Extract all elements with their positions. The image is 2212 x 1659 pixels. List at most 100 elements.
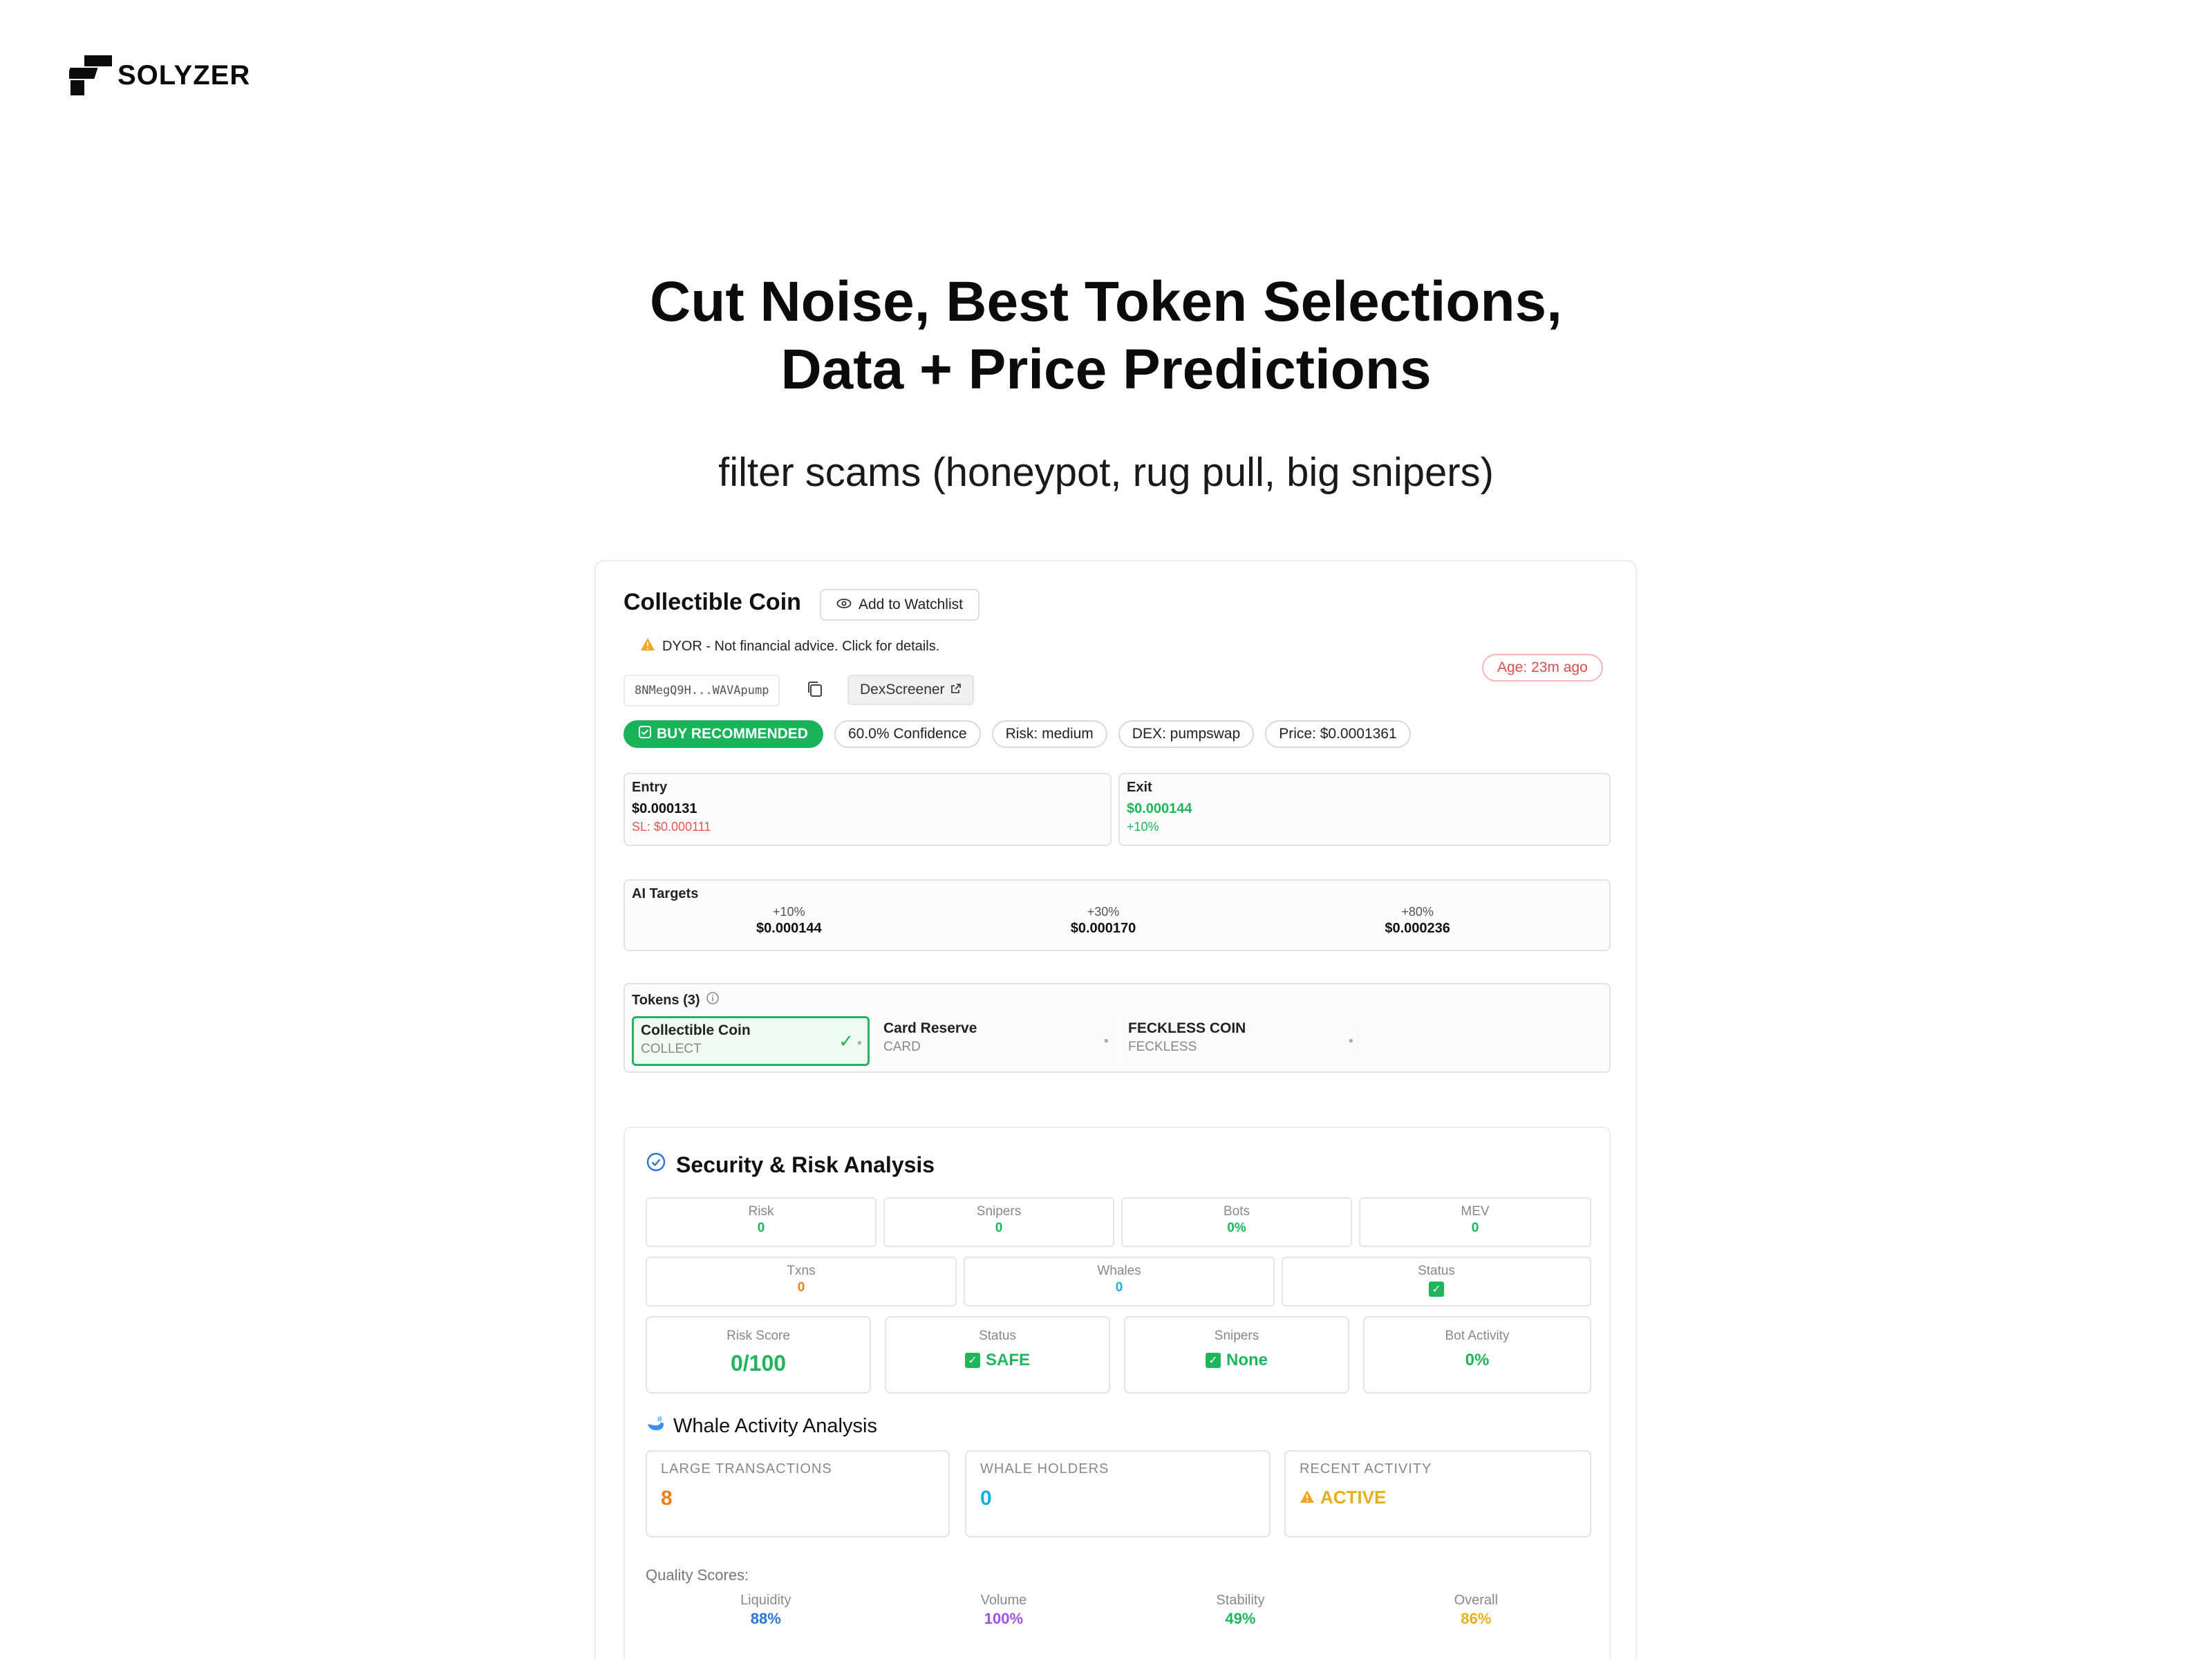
dexscreener-link[interactable]: DexScreener	[847, 675, 974, 705]
ai-target: +10% $0.000144	[756, 905, 822, 937]
metric-value: 0	[1471, 1221, 1479, 1235]
metric-label: Status	[1418, 1264, 1455, 1278]
exit-value: $0.000144	[1127, 801, 1192, 816]
token-name: FECKLESS COIN	[1128, 1020, 1246, 1036]
ai-target-pct: +30%	[1087, 905, 1120, 919]
token-analysis-card: Collectible Coin Add to Watchlist DYOR -…	[594, 560, 1637, 1659]
tokens-box: Tokens (3) Collectible Coin COLLECT ✓ ● …	[624, 983, 1611, 1073]
metric-label: Bots	[1223, 1204, 1250, 1219]
brand-logo[interactable]: SOLYZER	[66, 54, 250, 97]
token-option-collectible-coin[interactable]: Collectible Coin COLLECT ✓ ●	[632, 1016, 870, 1066]
token-symbol: FECKLESS	[1128, 1040, 1197, 1054]
large-transactions-card: LARGE TRANSACTIONS 8	[646, 1450, 950, 1537]
quality-stability: Stability 49%	[1216, 1593, 1264, 1628]
ai-targets-box: AI Targets +10% $0.000144 +30% $0.000170…	[624, 879, 1611, 951]
whale-holders-card: WHALE HOLDERS 0	[965, 1450, 1271, 1537]
metric-txns: Txns 0	[646, 1257, 957, 1306]
token-option-card-reserve[interactable]: Card Reserve CARD ●	[877, 1016, 1114, 1066]
ai-target-pct: +10%	[773, 905, 805, 919]
buy-label: BUY RECOMMENDED	[657, 726, 808, 742]
hero-title: Cut Noise, Best Token Selections, Data +…	[0, 268, 2212, 404]
snipers-value: ✓ None	[1125, 1351, 1348, 1370]
metric-value: 0%	[1227, 1221, 1246, 1235]
dyor-text: DYOR - Not financial advice. Click for d…	[662, 638, 940, 654]
warning-icon	[640, 637, 655, 655]
hero-subtitle: filter scams (honeypot, rug pull, big sn…	[718, 450, 1494, 495]
metric-whales: Whales 0	[964, 1257, 1275, 1306]
dot-icon: ●	[1103, 1035, 1109, 1045]
shield-check-icon	[646, 1152, 666, 1178]
metric-value: ✓	[1283, 1282, 1590, 1297]
check-square-icon: ✓	[964, 1353, 980, 1368]
copy-address-button[interactable]	[805, 679, 828, 702]
checkmark-icon: ✓	[838, 1031, 854, 1051]
recent-activity-card: RECENT ACTIVITY ACTIVE	[1284, 1450, 1591, 1537]
risk-score-value: 0/100	[730, 1351, 787, 1376]
metric-label: Snipers	[976, 1204, 1022, 1219]
entry-label: Entry	[632, 780, 668, 795]
token-name: Card Reserve	[883, 1020, 977, 1036]
risk-score-card: Risk Score 0/100	[646, 1316, 871, 1394]
whale-value: ACTIVE	[1300, 1487, 1576, 1508]
token-symbol: COLLECT	[641, 1042, 702, 1056]
check-square-icon: ✓	[1206, 1353, 1221, 1368]
metric-label: Txns	[787, 1264, 816, 1278]
whale-value: 0	[980, 1487, 992, 1510]
metric-value: 0	[757, 1221, 765, 1235]
big-label: Status	[979, 1329, 1016, 1343]
status-check-icon: ✓	[1429, 1282, 1444, 1297]
ai-targets-label: AI Targets	[632, 886, 699, 901]
exit-change: +10%	[1127, 820, 1159, 834]
token-symbol: CARD	[883, 1040, 921, 1054]
ai-target: +80% $0.000236	[1385, 905, 1450, 937]
dexscreener-label: DexScreener	[860, 682, 945, 697]
big-label: Bot Activity	[1445, 1329, 1510, 1343]
ai-target-pct: +80%	[1401, 905, 1434, 919]
big-label: Risk Score	[727, 1329, 790, 1343]
entry-box: Entry $0.000131 SL: $0.000111	[624, 773, 1112, 846]
confidence-badge: 60.0% Confidence	[834, 720, 981, 748]
info-icon[interactable]	[706, 991, 720, 1009]
risk-badge: Risk: medium	[991, 720, 1107, 748]
buy-recommended-badge: BUY RECOMMENDED	[624, 720, 823, 748]
status-card: Status ✓ SAFE	[885, 1316, 1110, 1394]
token-option-feckless-coin[interactable]: FECKLESS COIN FECKLESS ●	[1121, 1016, 1359, 1066]
check-square-icon	[639, 726, 651, 742]
quality-value: 86%	[1461, 1610, 1492, 1627]
entry-value: $0.000131	[632, 801, 697, 816]
snipers-card: Snipers ✓ None	[1124, 1316, 1349, 1394]
metric-value: 0	[1115, 1280, 1123, 1295]
metric-mev: MEV 0	[1359, 1197, 1591, 1247]
dot-icon: ●	[856, 1038, 862, 1047]
quality-volume: Volume 100%	[981, 1593, 1027, 1628]
price-badge: Price: $0.0001361	[1265, 720, 1411, 748]
whale-label: WHALE HOLDERS	[980, 1461, 1109, 1477]
quality-label: Stability	[1216, 1593, 1265, 1608]
security-title: Security & Risk Analysis	[646, 1152, 935, 1178]
add-to-watchlist-button[interactable]: Add to Watchlist	[820, 589, 980, 621]
quality-label: Overall	[1454, 1593, 1498, 1608]
exit-label: Exit	[1127, 780, 1152, 795]
whale-label: RECENT ACTIVITY	[1300, 1461, 1432, 1477]
exit-box: Exit $0.000144 +10%	[1118, 773, 1611, 846]
token-address: 8NMegQ9H...WAVApump	[624, 675, 780, 706]
metric-label: Whales	[1097, 1264, 1141, 1278]
dyor-disclaimer[interactable]: DYOR - Not financial advice. Click for d…	[640, 637, 939, 655]
tokens-header: Tokens (3)	[632, 992, 700, 1008]
hero-title-line-1: Cut Noise, Best Token Selections,	[650, 270, 1562, 333]
quality-value: 88%	[750, 1610, 781, 1627]
status-value-text: SAFE	[985, 1351, 1030, 1369]
metric-risk: Risk 0	[646, 1197, 877, 1247]
quality-scores: Liquidity 88% Volume 100% Stability 49% …	[646, 1593, 1593, 1628]
ai-target: +30% $0.000170	[1071, 905, 1136, 937]
whale-value: 8	[661, 1487, 673, 1510]
snipers-value-text: None	[1226, 1351, 1268, 1369]
metric-label: Risk	[748, 1204, 774, 1219]
status-value: ✓ SAFE	[886, 1351, 1109, 1370]
age-badge: Age: 23m ago	[1482, 654, 1603, 682]
security-title-text: Security & Risk Analysis	[676, 1152, 935, 1177]
bot-activity-value: 0%	[1465, 1351, 1490, 1369]
solyzer-logo-icon	[66, 54, 112, 97]
metric-status: Status ✓	[1282, 1257, 1591, 1306]
warning-icon	[1300, 1487, 1315, 1508]
